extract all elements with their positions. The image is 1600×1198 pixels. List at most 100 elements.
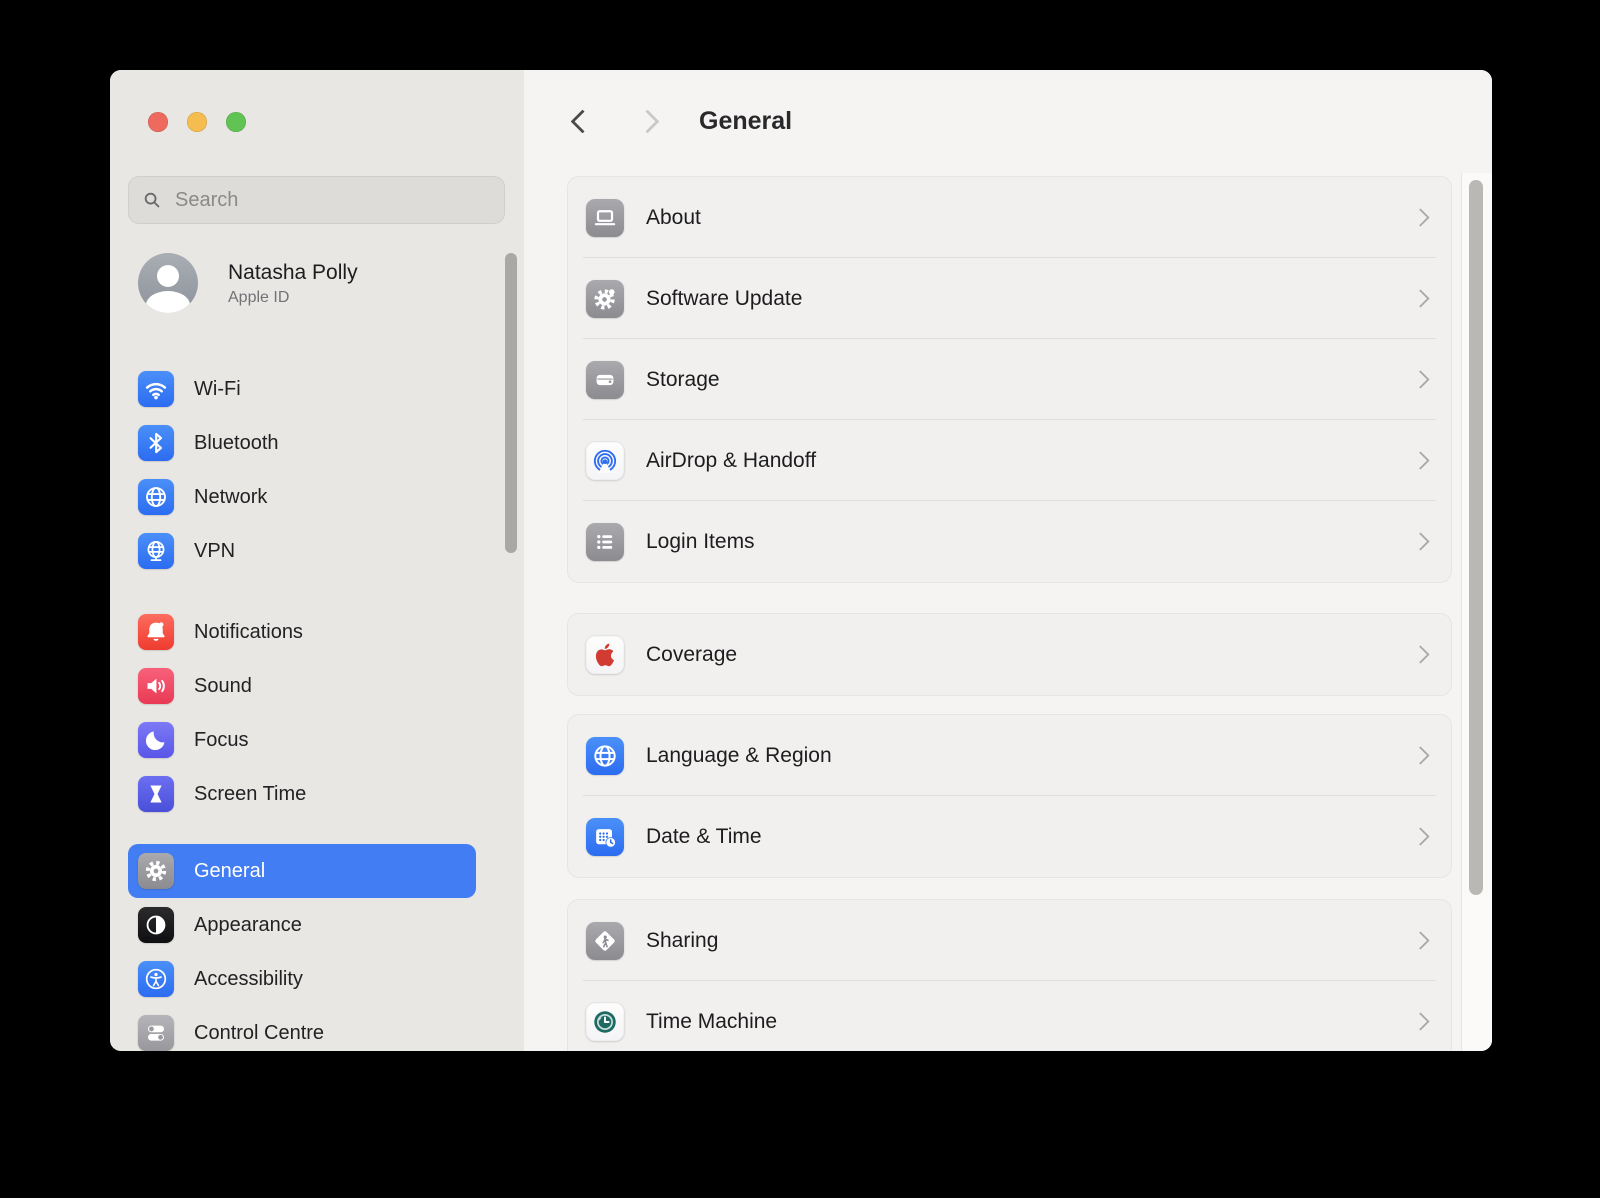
notifications-icon [138,614,174,650]
chevron-right-icon [1411,645,1430,664]
search-field[interactable] [128,176,505,224]
sidebar-item-bluetooth[interactable]: Bluetooth [128,416,476,470]
settings-row-about[interactable]: About [568,177,1451,258]
sidebar-item-label: General [194,859,266,882]
focus-icon [138,722,174,758]
settings-row-date-time[interactable]: Date & Time [568,796,1451,877]
close-button[interactable] [148,112,168,132]
sidebar-item-sound[interactable]: Sound [128,659,476,713]
date-time-icon [586,817,624,856]
sidebar-item-label: Focus [194,728,249,751]
settings-row-label: About [646,205,701,229]
settings-group-card: Language & Region Date & Time [567,714,1452,878]
settings-row-label: Date & Time [646,824,762,848]
sidebar-item-network[interactable]: Network [128,470,476,524]
sidebar-item-label: Sound [194,674,252,697]
settings-row-label: Language & Region [646,743,832,767]
network-icon [138,479,174,515]
page-title: General [699,107,793,135]
chevron-right-icon [1411,208,1430,227]
sidebar-item-wi-fi[interactable]: Wi-Fi [128,362,476,416]
sidebar-item-appearance[interactable]: Appearance [128,898,476,952]
settings-row-language-region[interactable]: Language & Region [568,715,1451,796]
coverage-icon [586,635,624,674]
sidebar-item-label: VPN [194,539,236,562]
main-scrollbar-thumb[interactable] [1469,180,1483,895]
about-icon [586,198,624,237]
settings-row-time-machine[interactable]: Time Machine [568,981,1451,1051]
sidebar-item-label: Screen Time [194,782,307,805]
settings-row-coverage[interactable]: Coverage [568,614,1451,695]
search-icon [141,188,165,212]
settings-group-card: Coverage [567,613,1452,696]
settings-row-label: Time Machine [646,1009,778,1033]
sound-icon [138,668,174,704]
accessibility-icon [138,961,174,997]
profile-subtitle: Apple ID [228,288,290,306]
sidebar-item-label: Wi-Fi [194,377,241,400]
control-centre-icon [138,1015,174,1051]
sidebar-item-screen-time[interactable]: Screen Time [128,767,476,821]
appearance-icon [138,907,174,943]
airdrop-icon [586,441,624,480]
apple-id-profile[interactable]: Natasha Polly Apple ID [138,253,358,313]
sharing-icon [586,921,624,960]
screen-time-icon [138,776,174,812]
chevron-right-icon [1411,451,1430,470]
sidebar-item-control-centre[interactable]: Control Centre [128,1006,476,1051]
sidebar-item-general[interactable]: General [128,844,476,898]
sidebar-scrollbar-thumb[interactable] [505,253,517,553]
sidebar-item-accessibility[interactable]: Accessibility [128,952,476,1006]
main-pane: General About Software Update Storage AirDr… [524,70,1492,1051]
sidebar: Natasha Polly Apple ID Wi-Fi Bluetooth Net… [110,70,525,1051]
wifi-icon [138,371,174,407]
profile-name: Natasha Polly [228,260,358,284]
search-input[interactable] [173,187,492,213]
system-settings-window: Natasha Polly Apple ID Wi-Fi Bluetooth Net… [110,70,1492,1051]
chevron-right-icon [1411,746,1430,765]
sidebar-item-notifications[interactable]: Notifications [128,605,476,659]
settings-row-label: Login Items [646,529,755,553]
desktop-background: Natasha Polly Apple ID Wi-Fi Bluetooth Net… [0,0,1600,1198]
login-items-icon [586,522,624,561]
sidebar-nav: Wi-Fi Bluetooth Network VPN Notifications Sou… [128,362,476,1051]
settings-list: About Software Update Storage AirDrop & Han… [567,176,1452,1051]
chevron-left-icon [570,108,595,134]
sidebar-item-focus[interactable]: Focus [128,713,476,767]
chevron-right-icon [1411,532,1430,551]
settings-row-login-items[interactable]: Login Items [568,501,1451,582]
sidebar-item-label: Control Centre [194,1021,325,1044]
sidebar-group: General Appearance Accessibility Control Ce… [128,844,476,1051]
sidebar-item-label: Appearance [194,913,302,936]
back-button[interactable] [565,106,595,136]
zoom-button[interactable] [226,112,246,132]
settings-group-card: Sharing Time Machine [567,899,1452,1051]
bluetooth-icon [138,425,174,461]
sidebar-item-label: Bluetooth [194,431,279,454]
sidebar-item-label: Accessibility [194,967,303,990]
general-icon [138,853,174,889]
storage-icon [586,360,624,399]
main-scrollbar-track[interactable] [1461,173,1492,1051]
settings-row-sharing[interactable]: Sharing [568,900,1451,981]
settings-row-label: Coverage [646,642,738,666]
chevron-right-icon [1411,289,1430,308]
settings-row-software-update[interactable]: Software Update [568,258,1451,339]
avatar [138,253,198,313]
settings-row-label: Sharing [646,928,719,952]
settings-row-label: Software Update [646,286,803,310]
forward-button[interactable] [635,106,665,136]
settings-row-label: AirDrop & Handoff [646,448,817,472]
settings-row-airdrop-handoff[interactable]: AirDrop & Handoff [568,420,1451,501]
sidebar-group: Notifications Sound Focus Screen Time [128,605,476,821]
sidebar-group: Wi-Fi Bluetooth Network VPN [128,362,476,578]
chevron-right-icon [1411,1012,1430,1031]
chevron-right-icon [635,108,660,134]
software-update-icon [586,279,624,318]
vpn-icon [138,533,174,569]
settings-row-storage[interactable]: Storage [568,339,1451,420]
time-machine-icon [586,1002,624,1041]
sidebar-item-vpn[interactable]: VPN [128,524,476,578]
minimize-button[interactable] [187,112,207,132]
settings-row-label: Storage [646,367,720,391]
